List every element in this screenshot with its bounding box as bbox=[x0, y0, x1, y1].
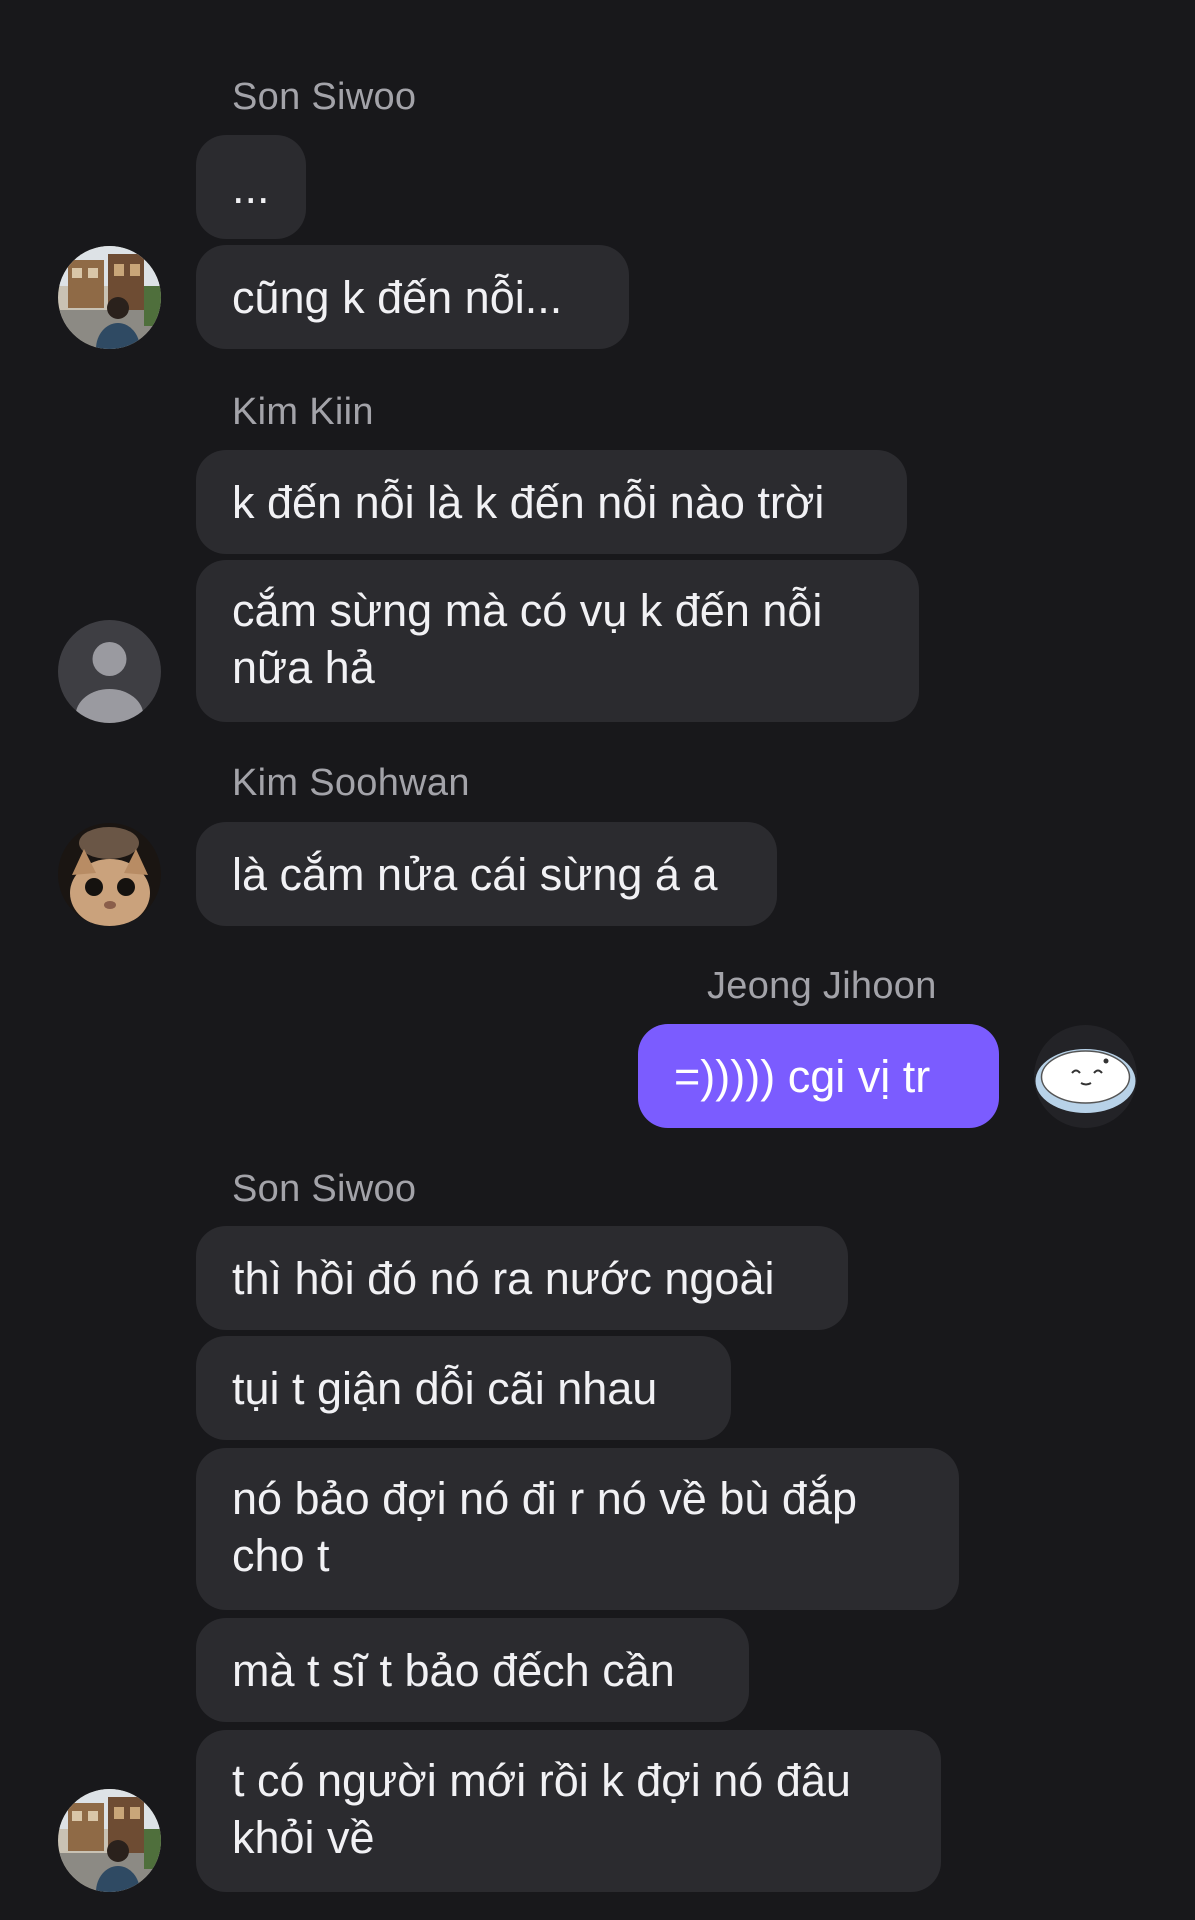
sender-name: Son Siwoo bbox=[232, 76, 417, 118]
sender-name: Son Siwoo bbox=[232, 1168, 417, 1210]
message-bubble[interactable]: ... bbox=[196, 135, 306, 239]
sender-name: Jeong Jihoon bbox=[707, 965, 937, 1007]
sender-name: Kim Kiin bbox=[232, 391, 374, 433]
message-bubble[interactable]: mà t sĩ t bảo đếch cần bbox=[196, 1618, 749, 1722]
message-bubble[interactable]: thì hồi đó nó ra nước ngoài bbox=[196, 1226, 848, 1330]
message-bubble[interactable]: cắm sừng mà có vụ k đến nỗi nữa hả bbox=[196, 560, 919, 722]
message-bubble[interactable]: nó bảo đợi nó đi r nó về bù đắp cho t bbox=[196, 1448, 959, 1610]
message-bubble[interactable]: t có người mới rồi k đợi nó đâu khỏi về bbox=[196, 1730, 941, 1892]
message-bubble[interactable]: tụi t giận dỗi cãi nhau bbox=[196, 1336, 731, 1440]
message-bubble[interactable]: cũng k đến nỗi... bbox=[196, 245, 629, 349]
message-bubble[interactable]: k đến nỗi là k đến nỗi nào trời bbox=[196, 450, 907, 554]
cat-photo-avatar-icon[interactable] bbox=[58, 823, 161, 926]
sender-name: Kim Soohwan bbox=[232, 762, 470, 804]
message-bubble[interactable]: là cắm nửa cái sừng á a bbox=[196, 822, 777, 926]
own-message-bubble[interactable]: =))))) cgi vị tr bbox=[638, 1024, 999, 1128]
sticker-avatar-icon[interactable] bbox=[1034, 1025, 1137, 1128]
default-person-avatar-icon[interactable] bbox=[58, 620, 161, 723]
photo-avatar-street-icon[interactable] bbox=[58, 1789, 161, 1892]
photo-avatar-street-icon[interactable] bbox=[58, 246, 161, 349]
